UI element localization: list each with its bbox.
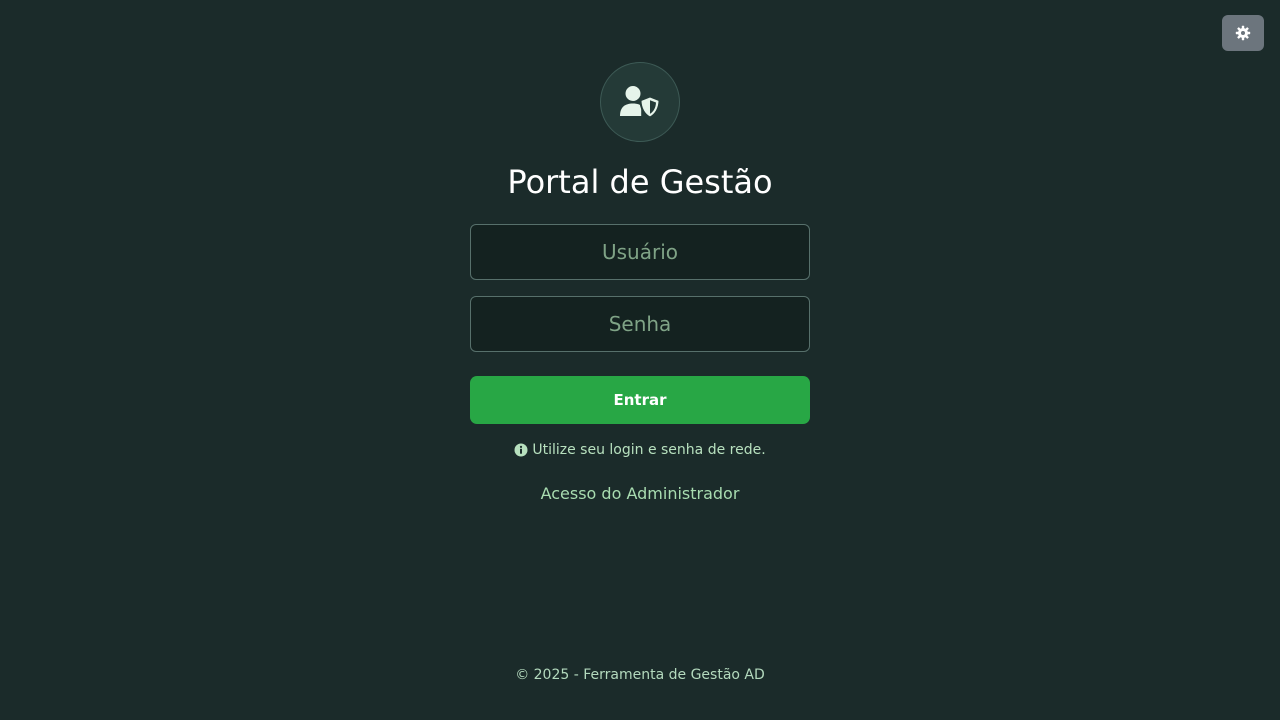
footer-copyright: © 2025 - Ferramenta de Gestão AD: [515, 667, 765, 683]
info-circle-icon: [514, 443, 528, 457]
gear-icon: [1235, 25, 1251, 41]
login-container: Portal de Gestão Entrar Utilize seu logi…: [470, 62, 810, 503]
page-title: Portal de Gestão: [507, 163, 773, 201]
login-hint-text: Utilize seu login e senha de rede.: [532, 442, 766, 458]
login-page: Portal de Gestão Entrar Utilize seu logi…: [0, 0, 1280, 720]
login-button[interactable]: Entrar: [470, 376, 810, 424]
password-input[interactable]: [470, 296, 810, 352]
admin-access-link[interactable]: Acesso do Administrador: [541, 484, 740, 503]
username-input[interactable]: [470, 224, 810, 280]
logo-badge: [600, 62, 680, 142]
login-hint: Utilize seu login e senha de rede.: [514, 442, 766, 458]
user-shield-icon: [619, 85, 661, 119]
theme-toggle-button[interactable]: [1222, 15, 1264, 51]
